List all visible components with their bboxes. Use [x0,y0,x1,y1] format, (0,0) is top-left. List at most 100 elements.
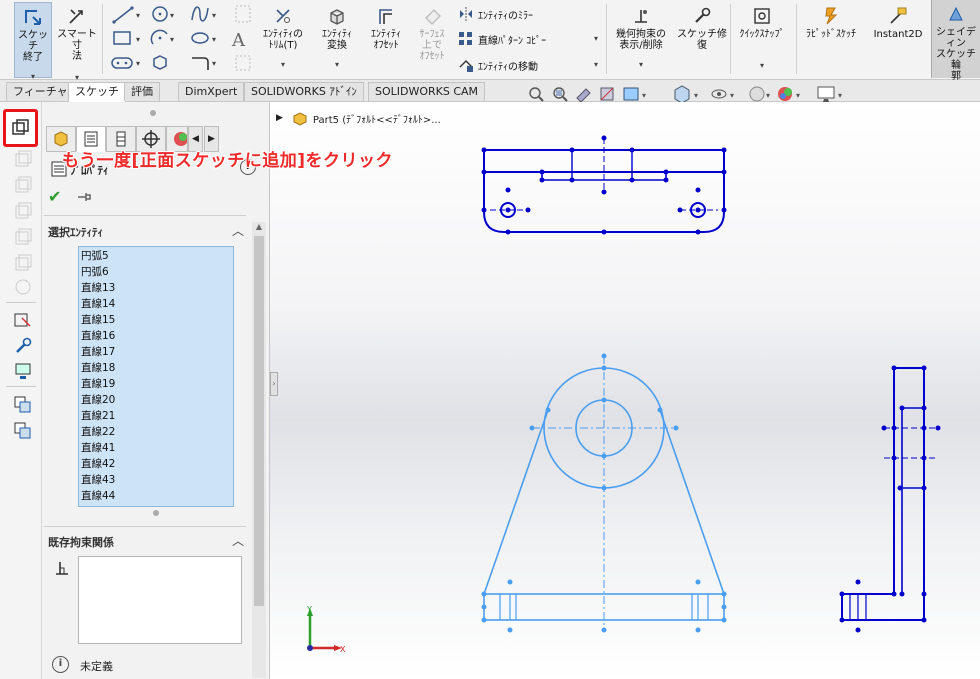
svg-text:▾: ▾ [838,91,842,100]
relations-icon [635,10,647,23]
zoom-to-area-icon [553,87,568,102]
pin-icon[interactable] [76,190,92,204]
display-style-icon [674,85,690,104]
move-entities-button[interactable]: ｴﾝﾃｨﾃｨの移動 [458,56,538,74]
chevron-down-icon[interactable]: ▾ [314,59,360,70]
rapid-sketch-button[interactable]: ﾗﾋﾟｯﾄﾞｽｹｯﾁ [800,2,862,40]
chevron-down-icon[interactable]: ▾ [258,59,308,70]
scrollbar-thumb[interactable] [254,236,264,606]
chevron-down-icon[interactable]: ▾ [594,60,598,69]
display-icon[interactable] [14,362,32,380]
collapse-icon[interactable]: ︿ [232,222,244,239]
shaded-sketch-contours-button[interactable]: シェイディン スケッチ輪 郭 [931,0,980,82]
list-item[interactable]: 直線14 [81,296,231,312]
list-item[interactable]: 直線16 [81,328,231,344]
plane-icon[interactable] [14,254,32,272]
shaded-contour-icon [949,6,963,21]
list-item[interactable]: 直線13 [81,280,231,296]
appearance-icon [749,86,765,102]
quick-snaps-button[interactable]: ｸｲｯｸｽﾅｯﾌﾟ ▾ [732,2,792,71]
wrench-icon[interactable] [14,336,32,354]
shaded-label-2: スケッチ輪 [936,49,976,71]
surface-offset-button[interactable]: ｻｰﾌｪｽ 上で ｵﾌｾｯﾄ [412,2,452,62]
svg-text:▾: ▾ [694,91,698,100]
ribbon-toolbar: スケッチ 終了 ▾ スマート寸 法 ▾ ▾ ▾ ▾ ▾ ▾ ▾ A ▾ ▾ ｴﾝ… [0,0,980,83]
list-item[interactable]: 円弧5 [81,248,231,264]
plane-icon[interactable] [14,150,32,168]
left-icon-strip [0,102,42,679]
select-sketch-icon[interactable] [14,310,32,328]
smart-dimension-icon [69,9,83,24]
linear-pattern-button[interactable]: 直線ﾊﾟﾀｰﾝ ｺﾋﾟｰ [458,30,546,48]
sketch-canvas[interactable] [270,102,980,679]
instant2d-button[interactable]: Instant2D [866,2,930,40]
plane-icon[interactable] [14,228,32,246]
triad-x-label: X [340,645,346,654]
plane-icon[interactable] [14,176,32,194]
svg-text:▾: ▾ [136,11,140,20]
slot-icon [111,57,133,69]
relations-label-1: 幾何拘束の [616,29,666,40]
ok-button[interactable]: ✔ [48,187,61,206]
relations-label-2: 表示/削除 [619,40,663,51]
right-view-sketch [841,367,925,621]
list-item[interactable]: 直線18 [81,360,231,376]
existing-relations-list[interactable] [78,556,242,644]
display-delete-relations-button[interactable]: 幾何拘束の 表示/削除 ▾ [610,2,672,70]
smart-dimension-button[interactable]: スマート寸 法 ▾ [56,2,98,83]
list-item[interactable]: 直線21 [81,408,231,424]
repair-sketch-icon [695,7,711,23]
top-view-centerlines [490,138,718,211]
list-item[interactable]: 直線44 [81,488,231,504]
property-manager-scrollbar[interactable]: ▲ [252,222,266,678]
tab-solidworks-addins[interactable]: SOLIDWORKS ｱﾄﾞｲﾝ [244,82,364,101]
list-item[interactable]: 直線15 [81,312,231,328]
plane-icon[interactable] [14,202,32,220]
trim-entities-button[interactable]: ｴﾝﾃｨﾃｨの ﾄﾘﾑ(T) ▾ [258,2,308,70]
list-item[interactable]: 直線17 [81,344,231,360]
list-item[interactable]: 直線42 [81,456,231,472]
scroll-up-icon[interactable]: ▲ [252,222,266,231]
list-item[interactable]: 直線19 [81,376,231,392]
triad-y-label: Y [306,605,312,614]
svg-text:▾: ▾ [212,35,216,44]
divider [44,526,246,527]
tab-sketch[interactable]: スケッチ [68,82,126,102]
tab-dimxpert[interactable]: DimXpert [178,82,245,101]
trim-icon [276,9,290,23]
copy-sketch-icon[interactable] [14,422,32,440]
collapse-icon[interactable]: ︿ [232,532,244,549]
tab-evaluate[interactable]: 評価 [124,82,160,101]
chevron-down-icon[interactable]: ▾ [594,34,598,43]
selected-entities-group-title: 選択ｴﾝﾃｨﾃｨ [48,226,103,239]
heads-up-view-toolbar: ▾ ▾ ▾ ▾ ▾ ▾ [529,85,842,104]
mirror-entities-button[interactable]: ｴﾝﾃｨﾃｨのﾐﾗｰ [458,5,533,23]
hide-show-icon [711,89,727,99]
repair-sketch-button[interactable]: スケッチ修 復 [676,2,728,51]
sphere-icon[interactable] [14,278,32,296]
offset-entities-button[interactable]: ｴﾝﾃｨﾃｨ ｵﾌｾｯﾄ [362,2,410,51]
list-item[interactable]: 直線41 [81,440,231,456]
tab-solidworks-cam[interactable]: SOLIDWORKS CAM [368,82,486,101]
list-resize-handle[interactable] [153,510,159,516]
exit-sketch-button[interactable]: スケッチ 終了 ▾ [14,2,52,81]
convert-label-1: ｴﾝﾃｨﾃｨ [322,29,352,40]
list-item[interactable]: 直線43 [81,472,231,488]
list-item[interactable]: 円弧6 [81,264,231,280]
copy-sketch-icon[interactable] [14,396,32,414]
list-item[interactable]: 直線22 [81,424,231,440]
add-to-front-sketch-button[interactable] [3,109,38,147]
chevron-down-icon[interactable]: ▾ [610,59,672,70]
resize-handle[interactable] [150,110,156,116]
rectangle-icon [113,31,131,45]
section-view-icon [600,87,614,101]
selected-entities-list[interactable]: 円弧5 円弧6 直線13 直線14 直線15 直線16 直線17 直線18 直線19 直線20 直線… [78,246,234,507]
list-item[interactable]: 直線20 [81,392,231,408]
chevron-down-icon[interactable]: ▾ [732,60,792,71]
front-view-centerlines [532,356,676,632]
svg-text:▾: ▾ [730,91,734,100]
exit-sketch-icon [25,10,41,25]
divider [730,4,731,74]
convert-entities-button[interactable]: ｴﾝﾃｨﾃｨ 変換 ▾ [314,2,360,70]
arc-icon [150,29,168,45]
